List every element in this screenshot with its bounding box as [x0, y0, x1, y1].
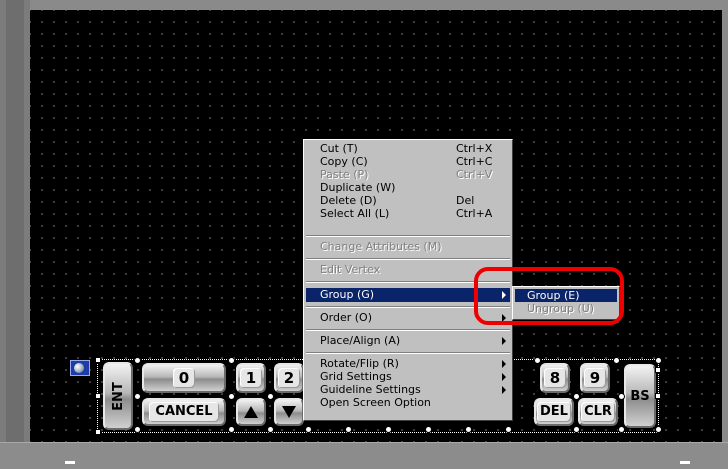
digit-8-label: 8: [543, 368, 567, 388]
menu-item-order-label: Order (O): [320, 311, 372, 324]
resize-handle-right[interactable]: [655, 393, 661, 399]
menu-item-copy-label: Copy (C): [320, 155, 368, 168]
selection-dot[interactable]: [425, 426, 432, 433]
bs-key[interactable]: BS: [624, 364, 656, 428]
selection-dot[interactable]: [655, 357, 662, 364]
submenu-arrow-icon: [502, 373, 506, 381]
menu-item-rotate-flip[interactable]: Rotate/Flip (R): [306, 358, 510, 370]
menu-item-guideline-settings[interactable]: Guideline Settings: [306, 384, 510, 396]
menu-item-open-screen-option-label: Open Screen Option: [320, 396, 431, 409]
selection-dot[interactable]: [573, 393, 580, 400]
menu-item-paste-label: Paste (P): [320, 168, 369, 181]
selection-dot[interactable]: [228, 393, 235, 400]
selection-dot[interactable]: [534, 357, 541, 364]
menu-item-copy-shortcut: Ctrl+C: [456, 155, 493, 168]
minimize-icon-right[interactable]: [680, 461, 690, 464]
resize-handle-top-right[interactable]: [655, 367, 661, 373]
menu-separator: [306, 258, 510, 260]
menu-item-paste-shortcut: Ctrl+V: [456, 168, 493, 181]
selection-dot[interactable]: [267, 426, 274, 433]
selection-dot[interactable]: [228, 426, 235, 433]
resize-handle-left[interactable]: [95, 393, 101, 399]
menu-item-open-screen-option[interactable]: Open Screen Option: [306, 397, 510, 409]
ent-key[interactable]: ENT: [103, 362, 133, 430]
digit-2-key[interactable]: 2: [274, 363, 304, 393]
left-panel-inner: [6, 0, 24, 445]
arrow-down-icon: [282, 406, 296, 418]
menu-item-paste: Paste (P) Ctrl+V: [306, 169, 510, 181]
cancel-key[interactable]: CANCEL: [142, 398, 226, 426]
menu-item-place-align[interactable]: Place/Align (A): [306, 335, 510, 347]
annotation-highlight-ring: [474, 267, 624, 325]
selection-dot[interactable]: [655, 426, 662, 433]
selection-dot[interactable]: [505, 426, 512, 433]
selection-dot[interactable]: [385, 426, 392, 433]
menu-item-change-attributes: Change Attributes (M): [306, 241, 510, 253]
menu-item-cut-label: Cut (T): [320, 142, 358, 155]
selection-dot[interactable]: [305, 426, 312, 433]
selection-dot[interactable]: [134, 357, 141, 364]
menu-item-select-all-label: Select All (L): [320, 207, 390, 220]
menu-item-grid-settings[interactable]: Grid Settings: [306, 371, 510, 383]
digit-8-key[interactable]: 8: [540, 363, 570, 393]
del-key-label: DEL: [537, 402, 571, 422]
digit-9-key[interactable]: 9: [580, 363, 610, 393]
menu-item-delete[interactable]: Delete (D) Del: [306, 195, 510, 207]
menu-item-delete-shortcut: Del: [456, 194, 475, 207]
submenu-arrow-icon: [502, 386, 506, 394]
ent-key-label: ENT: [110, 381, 126, 411]
selection-dot[interactable]: [465, 426, 472, 433]
menu-separator: [306, 235, 510, 237]
bs-key-label: BS: [630, 388, 650, 404]
submenu-arrow-icon: [502, 360, 506, 368]
menu-item-select-all[interactable]: Select All (L) Ctrl+A: [306, 208, 510, 220]
menu-item-group-label: Group (G): [320, 288, 375, 301]
selection-dot[interactable]: [267, 393, 274, 400]
minimize-icon[interactable]: [65, 461, 75, 464]
del-key[interactable]: DEL: [534, 398, 574, 426]
arrow-up-key[interactable]: [236, 398, 266, 426]
digit-1-key[interactable]: 1: [236, 363, 266, 393]
menu-item-place-align-label: Place/Align (A): [320, 334, 401, 347]
menu-item-copy[interactable]: Copy (C) Ctrl+C: [306, 156, 510, 168]
menu-item-cut-shortcut: Ctrl+X: [456, 142, 493, 155]
selection-dot[interactable]: [134, 426, 141, 433]
selection-dot[interactable]: [134, 393, 141, 400]
menu-item-select-all-shortcut: Ctrl+A: [456, 207, 493, 220]
selection-dot[interactable]: [613, 357, 620, 364]
selection-dot[interactable]: [228, 357, 235, 364]
menu-item-rotate-flip-label: Rotate/Flip (R): [320, 357, 399, 370]
resize-handle-top-left[interactable]: [95, 357, 101, 363]
digit-1-label: 1: [239, 368, 263, 388]
clr-key-label: CLR: [581, 402, 615, 422]
globe-icon: [70, 360, 90, 376]
digit-0-key[interactable]: 0: [142, 363, 226, 393]
digit-9-label: 9: [583, 368, 607, 388]
menu-item-change-attributes-label: Change Attributes (M): [320, 240, 442, 253]
menu-item-duplicate[interactable]: Duplicate (W): [306, 182, 510, 194]
menu-item-guideline-settings-label: Guideline Settings: [320, 383, 421, 396]
arrow-down-key[interactable]: [274, 398, 304, 426]
menu-item-cut[interactable]: Cut (T) Ctrl+X: [306, 143, 510, 155]
selection-dot[interactable]: [618, 426, 625, 433]
menu-item-duplicate-label: Duplicate (W): [320, 181, 396, 194]
bottom-bar: [0, 442, 728, 469]
menu-item-delete-label: Delete (D): [320, 194, 377, 207]
menu-separator: [306, 329, 510, 331]
digit-0-label: 0: [172, 368, 196, 388]
menu-separator: [306, 352, 510, 354]
cancel-key-label: CANCEL: [149, 402, 219, 422]
selection-dot[interactable]: [345, 426, 352, 433]
selection-dot[interactable]: [573, 426, 580, 433]
menu-item-grid-settings-label: Grid Settings: [320, 370, 392, 383]
left-panel: [0, 0, 30, 468]
selection-dot[interactable]: [618, 393, 625, 400]
digit-2-label: 2: [277, 368, 301, 388]
menu-item-edit-vertex-label: Edit Vertex: [320, 263, 381, 276]
resize-handle-bottom-left[interactable]: [95, 429, 101, 435]
arrow-up-icon: [244, 406, 258, 418]
clr-key[interactable]: CLR: [578, 398, 618, 426]
submenu-arrow-icon: [502, 337, 506, 345]
